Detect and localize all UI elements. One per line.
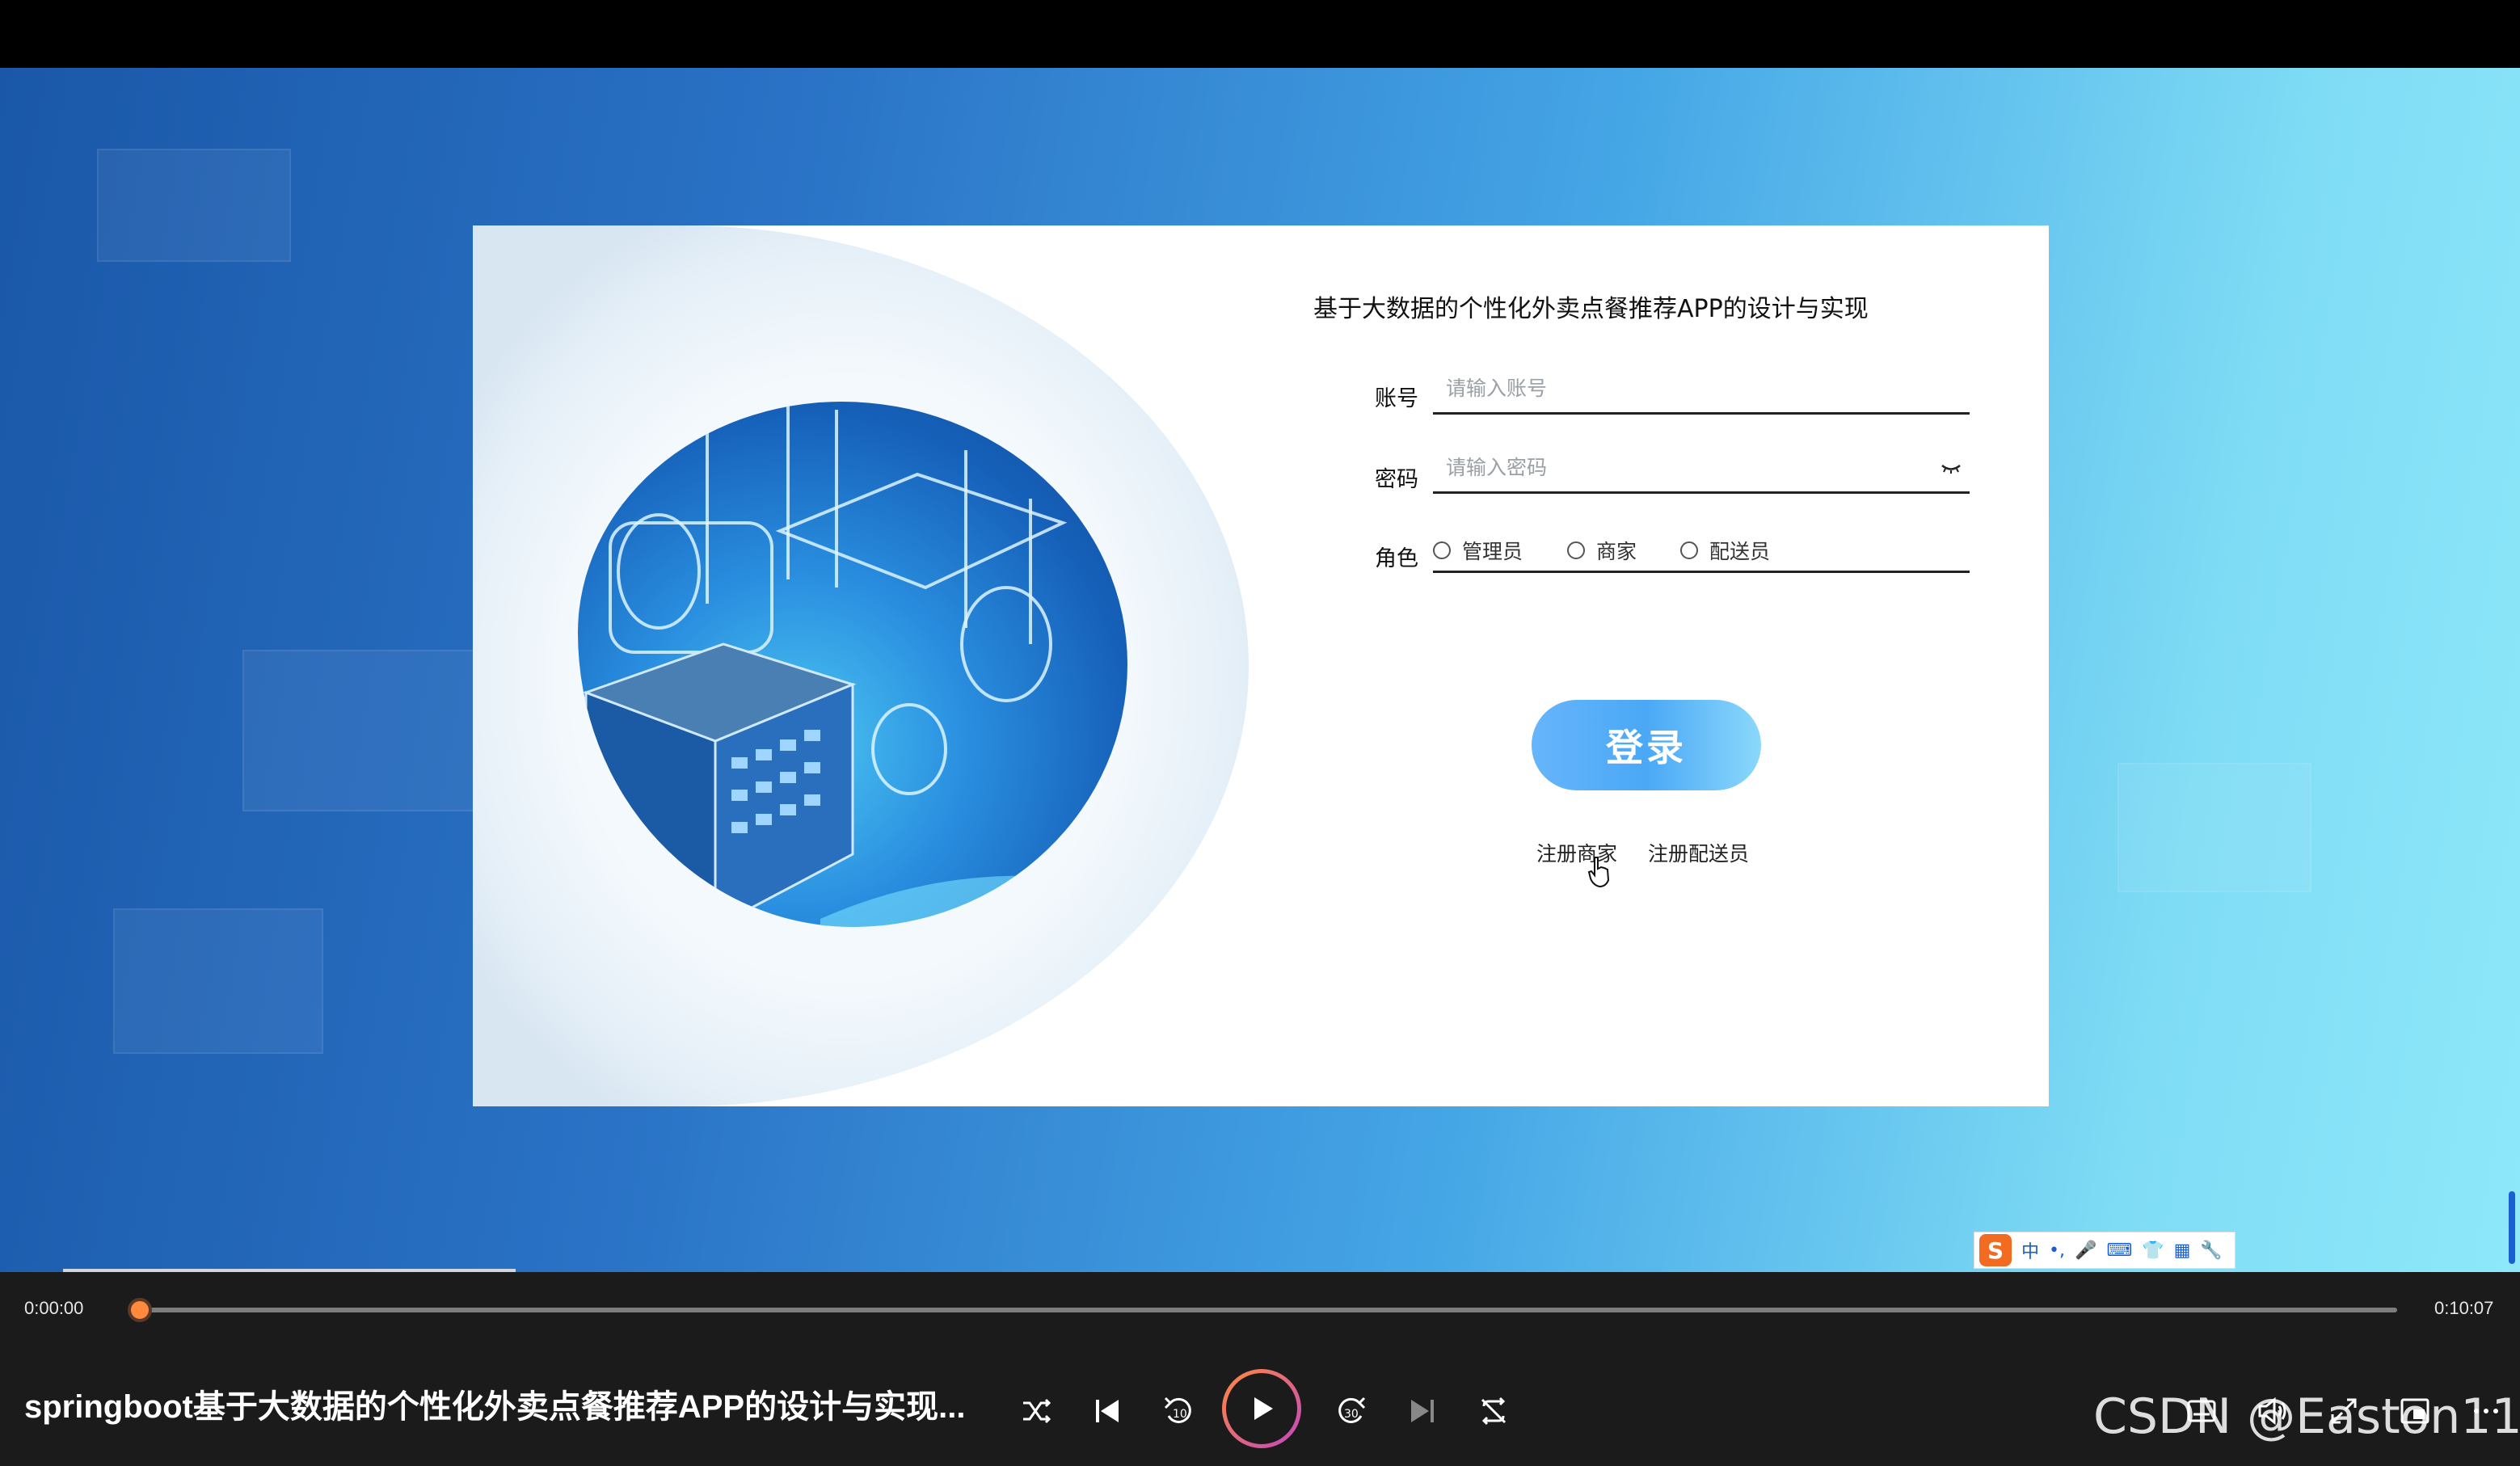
play-icon[interactable] <box>1246 1393 1277 1424</box>
app-title: 基于大数据的个性化外卖点餐推荐APP的设计与实现 <box>1313 295 1869 323</box>
role-radio-group: 管理员 商家 配送员 <box>1433 523 1970 573</box>
login-button[interactable]: 登录 <box>1532 700 1761 790</box>
total-time: 0:10:07 <box>2434 1298 2494 1318</box>
next-icon[interactable] <box>1403 1392 1442 1430</box>
password-field <box>1433 444 1970 494</box>
account-field <box>1433 364 1970 415</box>
seek-bar[interactable] <box>141 1308 2397 1312</box>
hero-panel <box>473 225 1249 1106</box>
skin-icon[interactable]: 👕 <box>2142 1241 2164 1261</box>
sogou-logo-icon[interactable]: S <box>1979 1234 2012 1266</box>
keyboard-icon[interactable]: ⌨ <box>2106 1241 2132 1261</box>
video-title: springboot基于大数据的个性化外卖点餐推荐APP的设计与实现... <box>24 1389 966 1425</box>
video-frame[interactable]: 基于大数据的个性化外卖点餐推荐APP的设计与实现 账号 密码 <box>0 68 2520 1272</box>
account-label: 账号 <box>1375 386 1418 411</box>
tools-icon[interactable]: 🔧 <box>2200 1241 2222 1261</box>
media-player-controls: 0:00:00 0:10:07 springboot基于大数据的个性化外卖点餐推… <box>0 1272 2520 1466</box>
radio-button[interactable] <box>1433 541 1451 559</box>
role-label: 角色 <box>1375 546 1418 571</box>
role-option-label: 管理员 <box>1462 540 1523 563</box>
password-row: 密码 <box>1375 444 1973 500</box>
mic-icon[interactable]: 🎤 <box>2075 1241 2096 1261</box>
password-input[interactable] <box>1433 444 1970 491</box>
csdn-watermark: CSDN @Easton111 <box>2093 1388 2520 1445</box>
svg-text:30: 30 <box>1344 1408 1359 1421</box>
role-option-label: 商家 <box>1596 540 1637 563</box>
top-letterbox <box>0 0 2520 68</box>
background-building <box>97 149 291 262</box>
role-option-merchant[interactable]: 商家 <box>1567 536 1637 565</box>
hero-illustration <box>578 402 1127 927</box>
background-building <box>113 908 323 1054</box>
role-row: 角色 管理员 商家 配送员 <box>1375 523 1973 579</box>
hand-cursor-icon <box>1587 857 1610 888</box>
role-option-label: 配送员 <box>1709 540 1771 563</box>
svg-text:10: 10 <box>1173 1408 1187 1421</box>
ime-toolbar[interactable]: S 中 •, 🎤 ⌨ 👕 ▦ 🔧 <box>1974 1232 2236 1269</box>
shuffle-icon[interactable] <box>1017 1392 1056 1430</box>
radio-button[interactable] <box>1567 541 1585 559</box>
role-option-courier[interactable]: 配送员 <box>1680 536 1770 565</box>
repeat-icon[interactable] <box>1474 1392 1513 1430</box>
factory-illustration-icon <box>582 402 1127 927</box>
previous-icon[interactable] <box>1088 1392 1127 1430</box>
ime-punctuation[interactable]: •, <box>2049 1241 2065 1261</box>
seek-knob[interactable] <box>128 1298 152 1322</box>
login-card: 基于大数据的个性化外卖点餐推荐APP的设计与实现 账号 密码 <box>473 225 2049 1106</box>
eye-closed-icon[interactable] <box>1941 463 1962 474</box>
play-button[interactable] <box>1222 1369 1301 1448</box>
register-courier-link[interactable]: 注册配送员 <box>1648 838 1749 867</box>
background-building <box>242 650 485 811</box>
ime-mode[interactable]: 中 <box>2021 1237 2039 1263</box>
background-building <box>2118 763 2311 892</box>
account-row: 账号 <box>1375 364 1973 421</box>
account-input[interactable] <box>1433 364 1970 412</box>
radio-button[interactable] <box>1680 541 1698 559</box>
role-option-admin[interactable]: 管理员 <box>1433 536 1523 565</box>
rewind-10-icon[interactable]: 10 <box>1159 1392 1198 1430</box>
forward-30-icon[interactable]: 30 <box>1332 1392 1371 1430</box>
apps-icon[interactable]: ▦ <box>2174 1241 2191 1261</box>
current-time: 0:00:00 <box>24 1298 84 1318</box>
password-label: 密码 <box>1375 467 1418 492</box>
scroll-handle[interactable] <box>2509 1191 2515 1264</box>
